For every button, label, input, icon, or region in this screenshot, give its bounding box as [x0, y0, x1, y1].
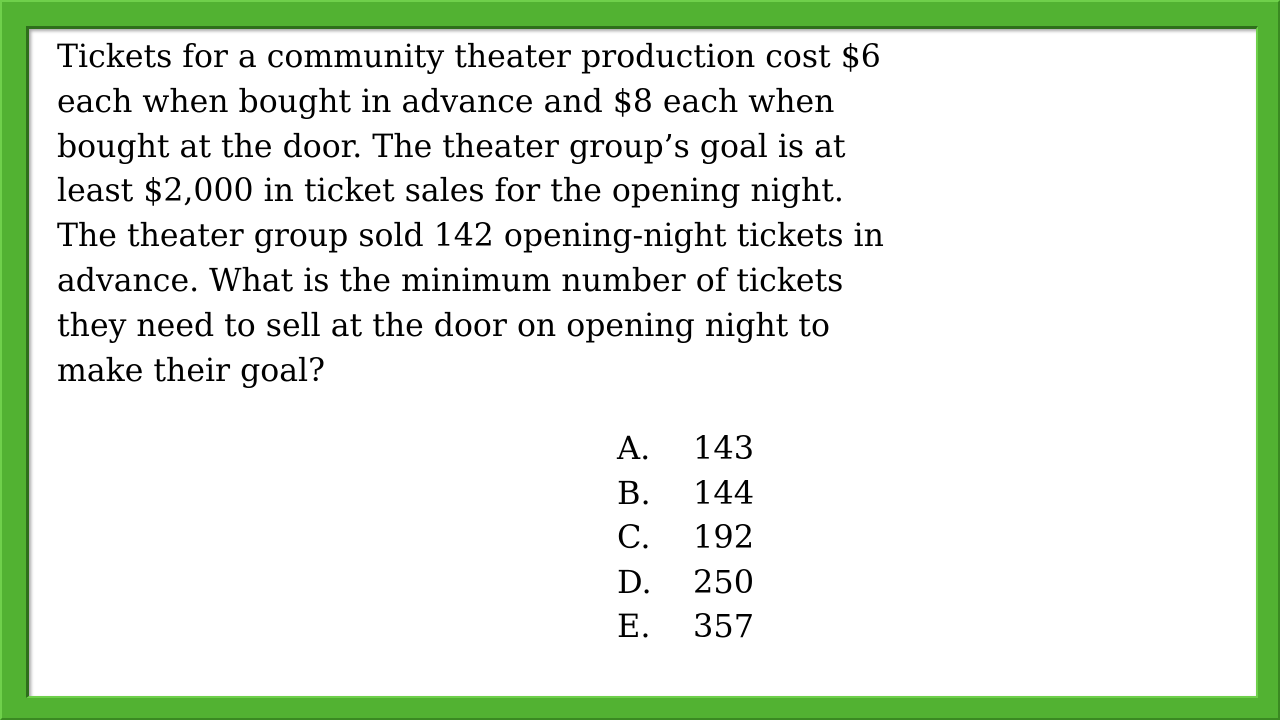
choice-value: 192 — [693, 518, 755, 557]
question-text: Tickets for a community theater producti… — [57, 35, 957, 393]
answer-choice-c: C. 192 — [617, 515, 754, 560]
choice-value: 144 — [693, 473, 755, 512]
choice-value: 357 — [693, 607, 755, 646]
choice-letter: C. — [617, 518, 651, 557]
answer-choice-e: E. 357 — [617, 604, 754, 649]
question-line: advance. What is the minimum number of t… — [57, 262, 844, 299]
choice-letter: D. — [617, 562, 652, 601]
question-line: make their goal? — [57, 352, 325, 389]
choice-letter: E. — [617, 607, 651, 646]
slide-frame: Tickets for a community theater producti… — [0, 0, 1280, 720]
question-line: they need to sell at the door on opening… — [57, 307, 830, 344]
answer-choice-a: A. 143 — [617, 426, 754, 471]
question-line: least $2,000 in ticket sales for the ope… — [57, 173, 844, 210]
choice-letter: A. — [617, 429, 651, 467]
question-line: Tickets for a community theater producti… — [57, 39, 881, 75]
question-line: The theater group sold 142 opening-night… — [57, 218, 884, 255]
question-line: bought at the door. The theater group’s … — [57, 128, 846, 165]
question-line: each when bought in advance and $8 each … — [57, 83, 835, 120]
answer-choices: A. 143 B. 144 C. 192 D. 250 E. 357 — [617, 426, 754, 649]
slide-content-area: Tickets for a community theater producti… — [26, 26, 1258, 698]
choice-value: 143 — [693, 429, 755, 467]
answer-choice-b: B. 144 — [617, 471, 754, 516]
choice-letter: B. — [617, 473, 651, 512]
choice-value: 250 — [693, 562, 755, 601]
answer-choice-d: D. 250 — [617, 560, 754, 605]
